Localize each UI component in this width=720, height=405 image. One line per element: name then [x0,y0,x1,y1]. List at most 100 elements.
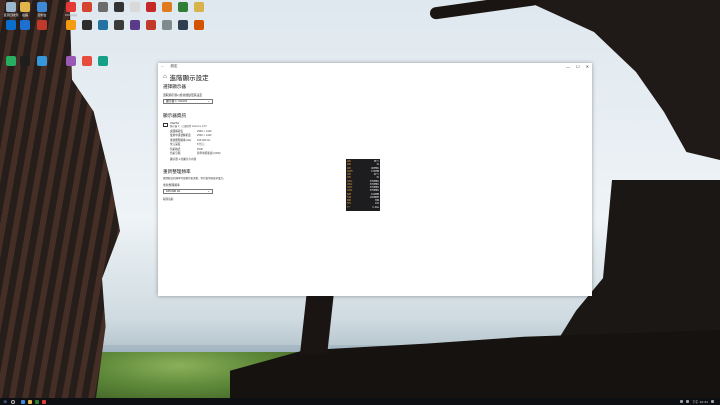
desktop-icon[interactable] [4,20,18,38]
app-icon [20,20,30,30]
display-info-header: VG27A 顯示器 1：已連線到 GeForce GTX [163,121,393,128]
app-icon [82,20,92,30]
taskbar-apps [21,399,46,404]
desktop-icon[interactable] [128,2,142,20]
app-icon [114,20,124,30]
desktop-icon[interactable]: Chrome [64,2,78,20]
desktop-icon-label [92,67,114,71]
desktop-icon[interactable]: 控制台 [35,2,49,20]
volume-icon[interactable] [686,400,690,403]
monitor-icon [163,122,168,127]
chevron-down-icon: ⌄ [207,189,210,194]
taskbar-app-icon[interactable] [28,399,32,404]
hardware-monitor-overlay: GPU 38°C GPU 1% GPU 405MHz VRAM 1352MB CPU 42°C CP… [346,159,380,211]
info-value: 標準動態範圍 (SDR) [197,152,221,156]
desktop-icon[interactable] [160,2,174,20]
app-icon [98,56,108,66]
desktop-icon[interactable] [192,20,206,38]
desktop-icon[interactable] [128,20,142,38]
close-button[interactable]: ✕ [586,64,589,69]
display-info-table: 桌面解析度 2560 × 1440 使用中訊號解析度 2560 × 1440 重新整理頻… [170,130,221,157]
desktop-icon[interactable]: 資源回收筒 [3,2,19,20]
app-icon [162,20,172,30]
page-header: ⌂ 進階顯示設定 [163,72,209,82]
app-icon [82,2,92,12]
notification-icon[interactable] [711,400,714,403]
desktop-icon-label [31,67,53,71]
desktop-icon[interactable]: 電腦 [18,2,32,20]
taskbar-clock[interactable]: 下午 10:41 [692,400,708,404]
display-select-value: 顯示器 1: VG27A [166,99,188,103]
app-icon [114,2,124,12]
desktop-icon[interactable] [96,20,110,38]
app-icon [130,2,140,12]
desktop-icon[interactable] [80,2,94,20]
taskbar-app-icon[interactable] [21,399,25,404]
app-icon [37,2,47,12]
app-icon [37,56,47,66]
minimize-button[interactable]: — [566,64,570,69]
desktop-icon[interactable] [144,20,158,38]
taskbar: ⊞ 下午 10:41 [0,398,720,405]
desktop-icon[interactable] [192,2,206,20]
app-icon [37,20,47,30]
app-icon [20,56,30,66]
start-button[interactable]: ⊞ [2,399,8,405]
taskbar-app-icon[interactable] [35,399,39,404]
title-bar: ← 設定 — ☐ ✕ [158,63,592,69]
desktop-icon[interactable] [64,20,78,38]
desktop-icon[interactable] [18,56,32,74]
back-arrow-icon[interactable]: ← [161,64,165,68]
app-icon [178,20,188,30]
system-tray: 下午 10:41 [680,400,720,404]
desktop-icon[interactable] [176,2,190,20]
app-icon [194,20,204,30]
desktop-icon-label [188,13,210,17]
app-icon [178,2,188,12]
display-select-dropdown[interactable]: 顯示器 1: VG27A ⌄ [163,98,213,104]
app-icon [6,56,16,66]
desktop-icon[interactable] [35,20,49,38]
select-display-heading: 選擇顯示器 [163,84,186,89]
desktop-icon[interactable] [80,20,94,38]
desktop-icon[interactable] [96,56,110,74]
app-icon [66,20,76,30]
refresh-rate-dropdown[interactable]: 165.000 Hz ⌄ [163,188,213,194]
desktop-icon[interactable] [112,2,126,20]
desktop-icon[interactable] [4,56,18,74]
desktop-icon[interactable] [80,56,94,74]
desktop-icon[interactable] [112,20,126,38]
desktop-icon[interactable] [144,2,158,20]
desktop-icon[interactable] [64,56,78,74]
app-icon [162,2,172,12]
desktop-icon[interactable] [176,20,190,38]
maximize-button[interactable]: ☐ [576,64,580,69]
app-icon [6,20,16,30]
app-icon [6,2,16,12]
window-title: 設定 [170,63,178,68]
desktop-icon-label [31,31,53,35]
chevron-down-icon: ⌄ [207,99,210,103]
app-icon [98,20,108,30]
app-icon [146,2,156,12]
app-icon [98,2,108,12]
app-icon [66,56,76,66]
home-icon: ⌂ [163,74,167,80]
desktop-icon[interactable] [96,2,110,20]
taskbar-app-icon[interactable] [42,399,46,404]
overlay-row: FT 6.0ms [347,206,379,209]
app-icon [82,56,92,66]
app-icon [130,20,140,30]
page-title: 進階顯示設定 [169,75,209,82]
network-icon[interactable] [680,400,684,403]
desktop-icon[interactable] [35,56,49,74]
desktop-icon[interactable] [18,20,32,38]
desktop-icon[interactable] [160,20,174,38]
overlay-value: 6.0ms [372,205,379,209]
desktop-icon-label: 控制台 [37,13,47,17]
search-icon[interactable] [11,399,15,404]
desktop-icon-label [188,31,210,35]
app-icon [66,2,76,12]
overlay-key: FT [347,205,350,209]
app-icon [194,2,204,12]
